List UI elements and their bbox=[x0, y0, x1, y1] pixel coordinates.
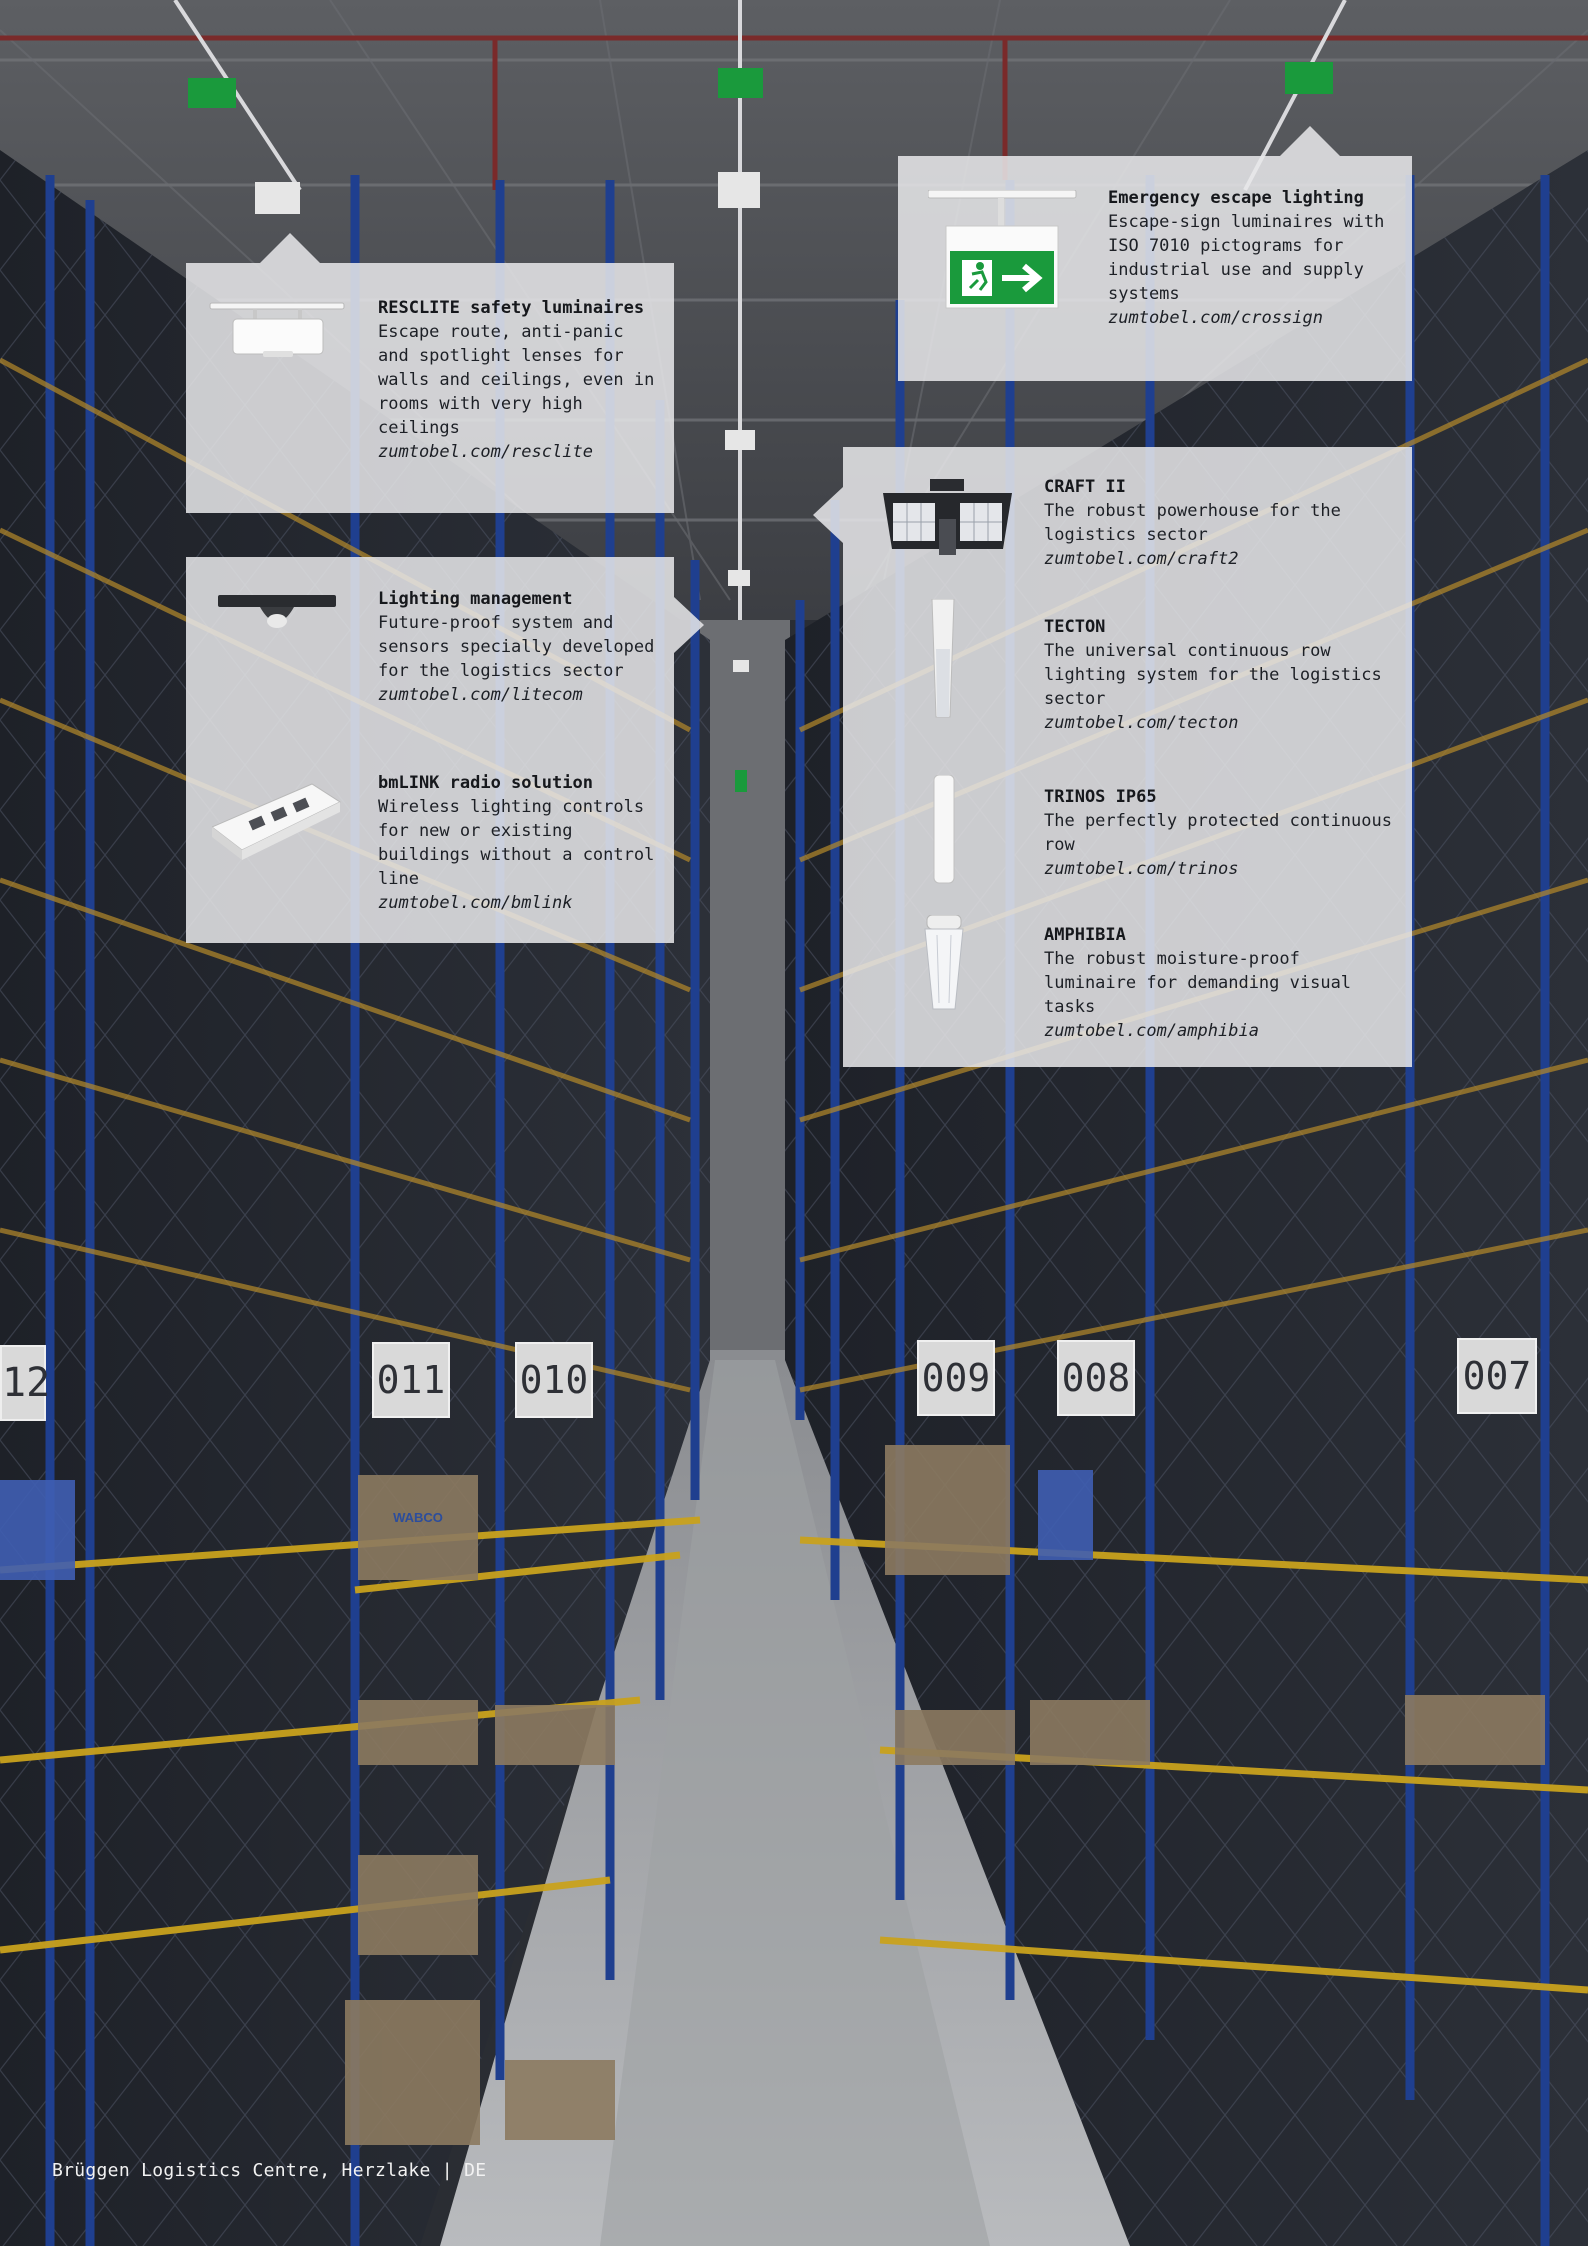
product-item-trinos: TRINOS IP65 The perfectly protected cont… bbox=[1044, 785, 1394, 881]
amphibia-link[interactable]: zumtobel.com/amphibia bbox=[1044, 1019, 1394, 1043]
amphibia-description: The robust moisture-proof luminaire for … bbox=[1044, 949, 1352, 1017]
resclite-description: Escape route, anti-panic and spotlight l… bbox=[378, 322, 655, 438]
amphibia-title: AMPHIBIA bbox=[1044, 925, 1126, 945]
aisle-plate-010: 010 bbox=[515, 1342, 593, 1418]
escape-link[interactable]: zumtobel.com/crossign bbox=[1108, 306, 1393, 330]
product-item-tecton: TECTON The universal continuous row ligh… bbox=[1044, 615, 1394, 735]
management-link[interactable]: zumtobel.com/litecom bbox=[378, 683, 658, 707]
tecton-link[interactable]: zumtobel.com/tecton bbox=[1044, 711, 1394, 735]
management-item: Lighting management Future-proof system … bbox=[378, 587, 658, 707]
aisle-plate-011: 011 bbox=[372, 1342, 450, 1418]
escape-lighting-panel: Emergency escape lighting Escape-sign lu… bbox=[898, 126, 1412, 381]
aisle-plate-007: 007 bbox=[1457, 1338, 1537, 1414]
aisle-plate-12: 12 bbox=[0, 1345, 50, 1421]
trinos-description: The perfectly protected continuous row bbox=[1044, 811, 1392, 855]
escape-text: Emergency escape lighting Escape-sign lu… bbox=[1108, 186, 1393, 330]
bmlink-description: Wireless lighting controls for new or ex… bbox=[378, 797, 655, 889]
tecton-description: The universal continuous row lighting sy… bbox=[1044, 641, 1382, 709]
crate-label: WABCO bbox=[393, 1510, 443, 1525]
trinos-link[interactable]: zumtobel.com/trinos bbox=[1044, 857, 1394, 881]
resclite-link[interactable]: zumtobel.com/resclite bbox=[378, 440, 658, 464]
escape-description: Escape-sign luminaires with ISO 7010 pic… bbox=[1108, 212, 1385, 304]
bmlink-link[interactable]: zumtobel.com/bmlink bbox=[378, 891, 658, 915]
resclite-luminaire-icon bbox=[208, 299, 348, 378]
resclite-title: RESCLITE safety luminaires bbox=[378, 298, 645, 318]
linear-luminaire-icon bbox=[931, 774, 957, 889]
products-panel: CRAFT II The robust powerhouse for the l… bbox=[813, 447, 1412, 1067]
continuous-row-icon bbox=[928, 598, 958, 725]
bmlink-title: bmLINK radio solution bbox=[378, 773, 593, 793]
resclite-text: RESCLITE safety luminaires Escape route,… bbox=[378, 296, 658, 464]
resclite-pointer bbox=[260, 233, 320, 263]
management-description: Future-proof system and sensors speciall… bbox=[378, 613, 655, 681]
craft2-link[interactable]: zumtobel.com/craft2 bbox=[1044, 547, 1394, 571]
aisle-plate-009: 009 bbox=[917, 1340, 995, 1416]
aisle-plate-008: 008 bbox=[1057, 1340, 1135, 1416]
products-pointer bbox=[813, 487, 843, 543]
craft2-description: The robust powerhouse for the logistics … bbox=[1044, 501, 1341, 545]
photo-caption: Brüggen Logistics Centre, Herzlake | DE bbox=[52, 2160, 487, 2181]
trinos-title: TRINOS IP65 bbox=[1044, 787, 1157, 807]
management-pointer bbox=[674, 597, 704, 653]
product-item-craft2: CRAFT II The robust powerhouse for the l… bbox=[1044, 475, 1394, 571]
sensor-icon bbox=[218, 593, 338, 642]
product-item-amphibia: AMPHIBIA The robust moisture-proof lumin… bbox=[1044, 923, 1394, 1043]
escape-pointer bbox=[1280, 126, 1340, 156]
resclite-panel: RESCLITE safety luminaires Escape route,… bbox=[186, 233, 674, 513]
craft2-title: CRAFT II bbox=[1044, 477, 1126, 497]
high-bay-luminaire-icon bbox=[875, 479, 1020, 563]
bmlink-item: bmLINK radio solution Wireless lighting … bbox=[378, 771, 658, 915]
lighting-management-panel: Lighting management Future-proof system … bbox=[186, 557, 704, 943]
radio-module-icon bbox=[211, 782, 342, 866]
tecton-title: TECTON bbox=[1044, 617, 1106, 637]
management-title: Lighting management bbox=[378, 589, 573, 609]
moisture-proof-luminaire-icon bbox=[921, 914, 967, 1019]
escape-sign-icon bbox=[927, 189, 1078, 324]
escape-title: Emergency escape lighting bbox=[1108, 188, 1364, 208]
